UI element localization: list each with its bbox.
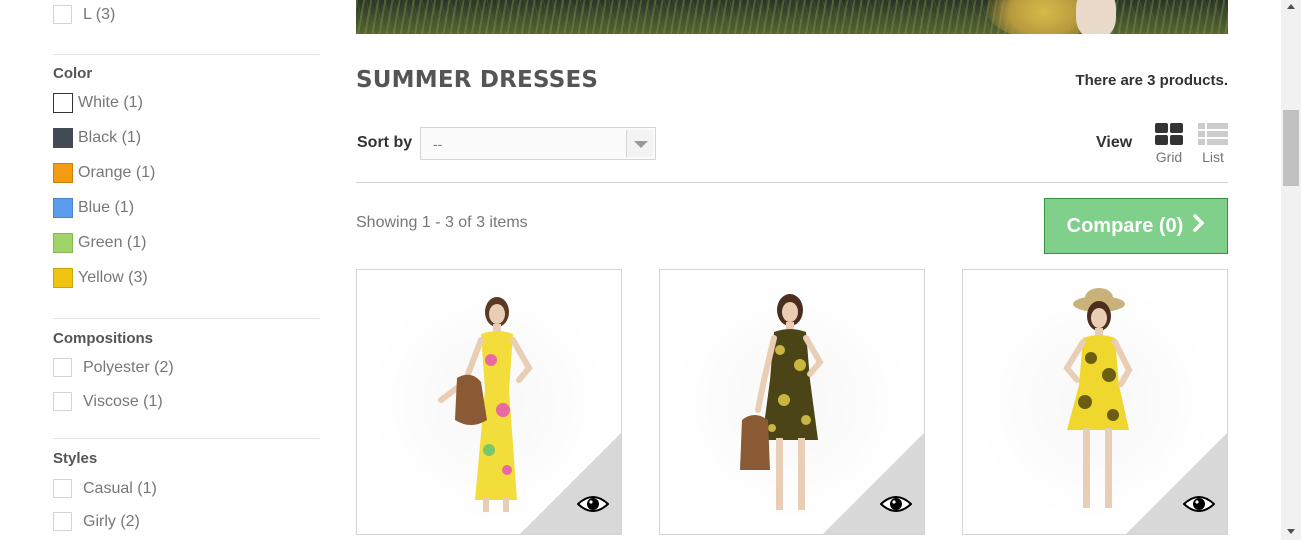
color-swatch[interactable]: [53, 268, 73, 288]
showing-items-text: Showing 1 - 3 of 3 items: [356, 214, 528, 231]
sort-select[interactable]: --: [420, 127, 656, 160]
filter-label: Viscose (1): [83, 392, 163, 410]
checkbox[interactable]: [53, 392, 72, 411]
filter-label: Girly (2): [83, 512, 140, 530]
scroll-up-icon[interactable]: [1287, 4, 1295, 9]
product-card[interactable]: [962, 269, 1228, 535]
product-card[interactable]: [659, 269, 925, 535]
chevron-right-icon: [1193, 214, 1205, 238]
filter-color-blue[interactable]: Blue (1): [53, 198, 134, 218]
color-swatch[interactable]: [53, 233, 73, 253]
filter-title-compositions: Compositions: [53, 330, 153, 347]
view-label: View: [1096, 134, 1133, 151]
checkbox[interactable]: [53, 512, 72, 531]
filter-composition-polyester[interactable]: Polyester (2): [53, 358, 174, 377]
filter-color-black[interactable]: Black (1): [53, 128, 141, 148]
page-scrollbar[interactable]: [1281, 0, 1301, 540]
divider: [53, 438, 319, 439]
divider: [53, 54, 319, 55]
view-list-button[interactable]: List: [1197, 123, 1229, 165]
divider: [53, 318, 319, 319]
filter-color-yellow[interactable]: Yellow (3): [53, 268, 148, 288]
filter-label: Casual (1): [83, 479, 157, 497]
eye-icon[interactable]: [880, 494, 912, 514]
checkbox[interactable]: [53, 358, 72, 377]
category-banner-image: [356, 0, 1228, 34]
eye-icon[interactable]: [577, 494, 609, 514]
filter-composition-viscose[interactable]: Viscose (1): [53, 392, 163, 411]
sort-value: --: [433, 136, 443, 152]
chevron-down-icon[interactable]: [626, 130, 653, 157]
category-title: SUMMER DRESSES: [356, 67, 599, 93]
filter-style-girly[interactable]: Girly (2): [53, 512, 140, 531]
filter-color-white[interactable]: White (1): [53, 93, 143, 113]
quick-view-corner: [520, 433, 621, 534]
divider: [356, 182, 1228, 183]
quick-view-corner: [823, 433, 924, 534]
checkbox[interactable]: [53, 479, 72, 498]
filter-label: L (3): [83, 5, 116, 23]
color-swatch[interactable]: [53, 128, 73, 148]
filter-label: Green (1): [78, 234, 147, 251]
product-card[interactable]: [356, 269, 622, 535]
filter-color-green[interactable]: Green (1): [53, 233, 146, 253]
color-swatch[interactable]: [53, 198, 73, 218]
filter-label: White (1): [78, 94, 143, 111]
view-grid-label: Grid: [1155, 149, 1183, 165]
quick-view-corner: [1126, 433, 1227, 534]
view-list-label: List: [1202, 149, 1224, 165]
scrollbar-thumb[interactable]: [1283, 110, 1299, 186]
filter-label: Black (1): [78, 129, 142, 146]
filter-style-casual[interactable]: Casual (1): [53, 479, 157, 498]
sort-label: Sort by: [357, 134, 413, 151]
color-swatch[interactable]: [53, 93, 73, 113]
filter-size-l[interactable]: L (3): [53, 5, 115, 24]
view-grid-button[interactable]: Grid: [1153, 123, 1185, 165]
filter-label: Yellow (3): [78, 269, 148, 286]
compare-label: Compare (0): [1066, 214, 1184, 237]
filter-label: Polyester (2): [83, 358, 174, 376]
checkbox[interactable]: [53, 5, 72, 24]
filter-label: Blue (1): [78, 199, 135, 216]
filter-title-styles: Styles: [53, 450, 98, 467]
list-icon: [1198, 123, 1228, 145]
scroll-down-icon[interactable]: [1287, 529, 1295, 534]
filter-color-orange[interactable]: Orange (1): [53, 163, 155, 183]
filter-title-color: Color: [53, 65, 93, 82]
banner-model: [1076, 0, 1116, 34]
product-count: There are 3 products.: [1075, 72, 1228, 89]
color-swatch[interactable]: [53, 163, 73, 183]
compare-button[interactable]: Compare (0): [1044, 198, 1228, 254]
eye-icon[interactable]: [1183, 494, 1215, 514]
grid-icon: [1155, 123, 1183, 145]
filter-label: Orange (1): [78, 164, 156, 181]
